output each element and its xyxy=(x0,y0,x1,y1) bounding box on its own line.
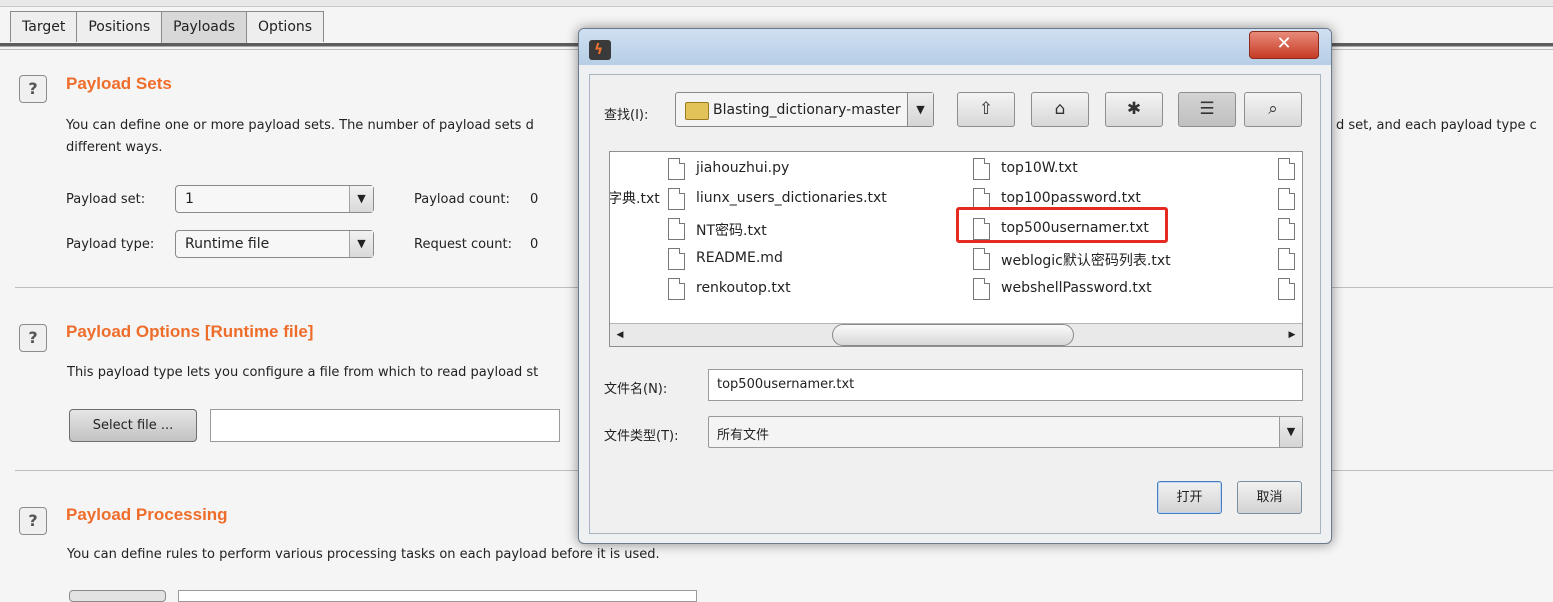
scrollbar-thumb[interactable] xyxy=(832,324,1074,346)
payload-sets-help-icon[interactable]: ? xyxy=(19,75,47,103)
file-name: webshellPassword.txt xyxy=(1001,280,1152,296)
file-icon xyxy=(668,158,685,180)
tab-positions[interactable]: Positions xyxy=(76,11,163,42)
payload-type-label: Payload type: xyxy=(66,237,155,252)
scroll-right-icon[interactable]: ▶ xyxy=(1284,327,1300,343)
list-view-icon[interactable]: ☰ xyxy=(1178,92,1236,127)
up-folder-icon[interactable]: ⇧ xyxy=(957,92,1015,127)
file-name: liunx_users_dictionaries.txt xyxy=(696,190,887,206)
file-icon xyxy=(668,248,685,270)
new-folder-icon[interactable]: ✱ xyxy=(1105,92,1163,127)
processing-rules-table[interactable] xyxy=(178,590,697,602)
file-name: weblogic默认密码列表.txt xyxy=(1001,253,1171,269)
payload-processing-help-icon[interactable]: ? xyxy=(19,507,47,535)
file-type-select[interactable]: 所有文件 ▼ xyxy=(708,416,1303,448)
file-icon xyxy=(668,218,685,240)
payload-sets-description: You can define one or more payload sets.… xyxy=(66,118,534,133)
open-button[interactable]: 打开 xyxy=(1157,481,1222,514)
file-name: renkoutop.txt xyxy=(696,280,791,296)
file-name: top500usernamer.txt xyxy=(1001,220,1149,236)
file-icon xyxy=(973,248,990,270)
payload-options-title: Payload Options [Runtime file] xyxy=(66,322,314,341)
list-item[interactable]: 字典.txt xyxy=(609,188,660,210)
payload-options-help-icon[interactable]: ? xyxy=(19,324,47,352)
file-icon xyxy=(1278,248,1295,270)
details-view-icon[interactable]: ⌕ xyxy=(1244,92,1302,127)
file-icon xyxy=(973,158,990,180)
file-type-value: 所有文件 xyxy=(717,428,770,443)
close-icon[interactable]: ✕ xyxy=(1249,31,1319,59)
file-icon xyxy=(1278,188,1295,210)
horizontal-scrollbar[interactable]: ◀ ▶ xyxy=(610,323,1302,346)
file-name: README.md xyxy=(696,250,783,266)
payload-options-description: This payload type lets you configure a f… xyxy=(67,365,539,380)
look-in-label: 查找(I): xyxy=(604,108,649,123)
payload-set-value: 1 xyxy=(185,191,194,207)
file-name: top10W.txt xyxy=(1001,160,1078,176)
scroll-left-icon[interactable]: ◀ xyxy=(612,327,628,343)
payload-sets-description-line2: different ways. xyxy=(66,140,163,155)
payload-type-select[interactable]: Runtime file ▼ xyxy=(175,230,374,258)
payload-type-value: Runtime file xyxy=(185,236,270,252)
file-icon xyxy=(1278,158,1295,180)
file-name-label: 文件名(N): xyxy=(604,382,668,397)
tab-bar: Target Positions Payloads Options xyxy=(10,11,325,44)
file-icon xyxy=(973,278,990,300)
chevron-down-icon: ▼ xyxy=(907,93,933,126)
file-name: NT密码.txt xyxy=(696,223,767,239)
payload-sets-description-tail: d set, and each payload type c xyxy=(1336,118,1537,133)
cancel-button[interactable]: 取消 xyxy=(1237,481,1302,514)
file-name: top100password.txt xyxy=(1001,190,1141,206)
file-name: 字典.txt xyxy=(609,191,660,207)
payload-count-value: 0 xyxy=(530,192,539,207)
file-icon xyxy=(668,278,685,300)
file-icon xyxy=(973,218,990,240)
look-in-select[interactable]: Blasting_dictionary-master ▼ xyxy=(675,92,934,127)
add-rule-button[interactable] xyxy=(69,590,166,602)
file-list[interactable]: 字典.txt jiahouzhui.py liunx_users_diction… xyxy=(609,151,1303,347)
file-icon xyxy=(668,188,685,210)
window-top-border xyxy=(0,0,1553,7)
burp-app-icon: ϟ xyxy=(589,40,611,60)
file-path-input[interactable] xyxy=(210,409,560,442)
file-type-label: 文件类型(T): xyxy=(604,429,679,444)
chevron-down-icon: ▼ xyxy=(1279,417,1302,447)
tab-target[interactable]: Target xyxy=(10,11,78,42)
payload-set-select[interactable]: 1 ▼ xyxy=(175,185,374,213)
payload-set-label: Payload set: xyxy=(66,192,146,207)
file-name-field[interactable]: top500usernamer.txt xyxy=(708,369,1303,401)
folder-icon xyxy=(685,102,709,120)
home-icon[interactable]: ⌂ xyxy=(1031,92,1089,127)
dialog-titlebar[interactable]: ϟ ✕ xyxy=(579,29,1331,65)
file-name-value: top500usernamer.txt xyxy=(717,377,855,392)
tab-options[interactable]: Options xyxy=(246,11,325,42)
chevron-down-icon: ▼ xyxy=(349,231,373,257)
dialog-body: 查找(I): Blasting_dictionary-master ▼ ⇧ ⌂ … xyxy=(589,74,1321,534)
tab-payloads[interactable]: Payloads xyxy=(161,11,248,44)
look-in-value: Blasting_dictionary-master xyxy=(713,102,901,118)
payload-count-label: Payload count: xyxy=(414,192,510,207)
request-count-label: Request count: xyxy=(414,237,512,252)
payload-processing-title: Payload Processing xyxy=(66,505,228,524)
file-icon xyxy=(1278,218,1295,240)
file-chooser-dialog: ϟ ✕ 查找(I): Blasting_dictionary-master ▼ … xyxy=(578,28,1332,544)
file-icon xyxy=(1278,278,1295,300)
request-count-value: 0 xyxy=(530,237,539,252)
select-file-button[interactable]: Select file ... xyxy=(69,409,197,442)
chevron-down-icon: ▼ xyxy=(349,186,373,212)
file-name: jiahouzhui.py xyxy=(696,160,790,176)
payload-sets-title: Payload Sets xyxy=(66,74,172,93)
payload-processing-description: You can define rules to perform various … xyxy=(67,547,660,562)
